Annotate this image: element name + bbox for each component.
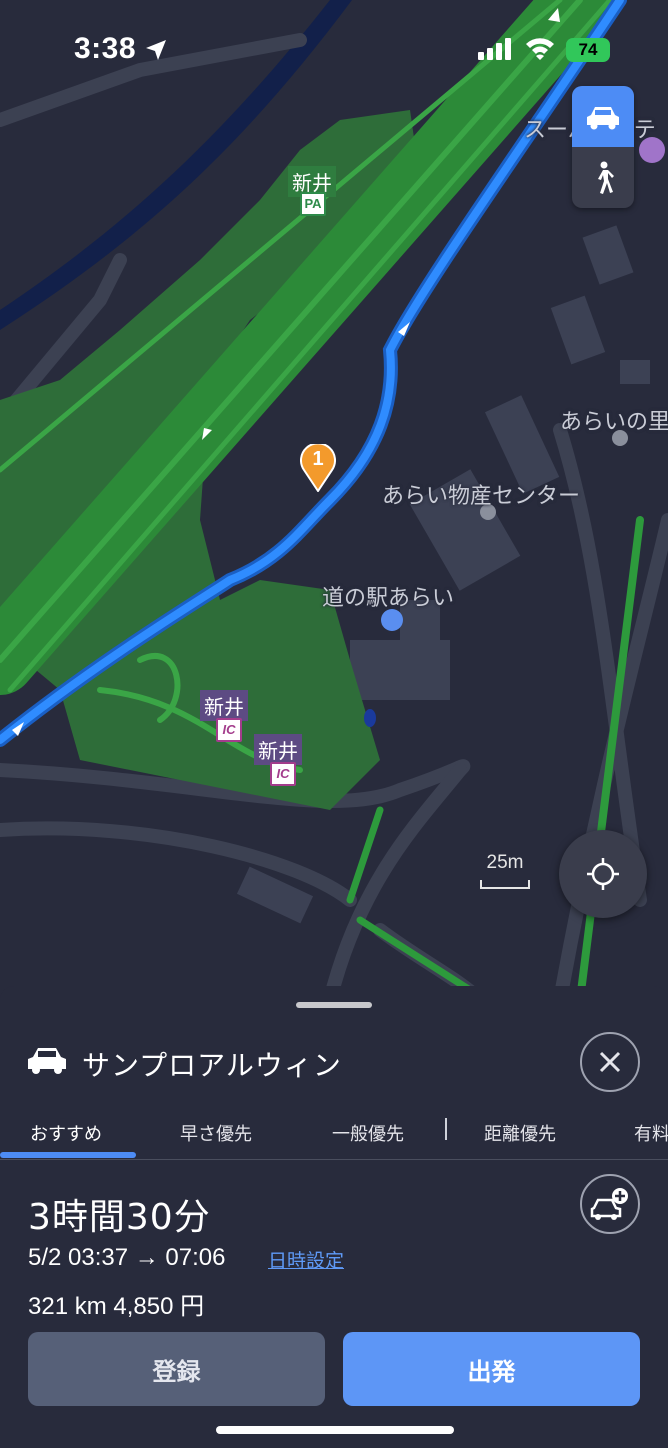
route-tabs: おすすめ 早さ優先 一般優先 距離優先 有料 bbox=[0, 1114, 668, 1160]
car-icon bbox=[587, 106, 619, 129]
wifi-icon bbox=[526, 38, 554, 60]
pa-badge[interactable]: PA bbox=[300, 192, 326, 216]
close-button[interactable] bbox=[580, 1032, 640, 1092]
route-sheet[interactable]: サンプロアルウィン おすすめ 早さ優先 一般優先 距離優先 有料 3時間30分 … bbox=[0, 986, 668, 1448]
active-tab-indicator bbox=[0, 1152, 136, 1158]
waypoint-number: 1 bbox=[312, 448, 324, 470]
add-car-button[interactable] bbox=[580, 1174, 640, 1234]
cellular-signal-icon bbox=[478, 38, 511, 60]
label-bussan-center: あらい物産センター bbox=[382, 484, 581, 509]
transport-mode-toggle[interactable] bbox=[572, 86, 634, 208]
map-scale: 25m bbox=[480, 852, 530, 889]
tab-shortest[interactable]: 距離優先 bbox=[484, 1120, 556, 1146]
tab-toll[interactable]: 有料 bbox=[634, 1120, 668, 1146]
close-icon bbox=[599, 1051, 621, 1073]
ic-badge[interactable]: IC bbox=[270, 762, 296, 786]
location-arrow-icon bbox=[146, 40, 166, 60]
route-duration: 3時間30分 bbox=[28, 1197, 211, 1238]
add-car-icon bbox=[590, 1188, 628, 1220]
scale-label: 25m bbox=[486, 852, 524, 873]
walk-mode-button[interactable] bbox=[572, 147, 634, 208]
pond-shape bbox=[364, 709, 376, 727]
tab-divider bbox=[445, 1118, 447, 1140]
home-indicator[interactable] bbox=[216, 1426, 454, 1434]
car-icon bbox=[28, 1048, 66, 1074]
sheet-grabber[interactable] bbox=[296, 1002, 372, 1008]
poi-dot-michinoeki[interactable] bbox=[381, 609, 403, 631]
ic-name-label: 新井 bbox=[254, 734, 302, 765]
status-bar: 3:38 74 bbox=[0, 0, 668, 100]
battery-charging-icon: 74 bbox=[566, 38, 610, 62]
distance-and-toll: 321 km 4,850 円 bbox=[28, 1293, 205, 1320]
tab-fastest[interactable]: 早さ優先 bbox=[180, 1120, 252, 1146]
label-arai-no-sato: あらいの里 bbox=[560, 410, 668, 435]
crosshair-icon bbox=[587, 858, 619, 890]
destination-name: サンプロアルウィン bbox=[82, 1049, 342, 1082]
walk-icon bbox=[598, 161, 614, 194]
car-mode-button[interactable] bbox=[572, 86, 634, 147]
waypoint-pin[interactable]: 1 bbox=[300, 442, 336, 496]
start-navigation-button[interactable]: 出発 bbox=[343, 1332, 640, 1406]
ic-name-label: 新井 bbox=[200, 690, 248, 721]
tab-general-road[interactable]: 一般優先 bbox=[332, 1120, 404, 1146]
tab-recommended[interactable]: おすすめ bbox=[30, 1120, 102, 1146]
ic-badge[interactable]: IC bbox=[216, 718, 242, 742]
save-button[interactable]: 登録 bbox=[28, 1332, 325, 1406]
current-location-button[interactable] bbox=[559, 830, 647, 918]
datetime-settings-link[interactable]: 日時設定 bbox=[268, 1246, 344, 1273]
departure-arrival-time: 5/2 03:37 → 07:06 bbox=[28, 1244, 226, 1271]
scale-bar bbox=[480, 880, 530, 889]
status-time: 3:38 bbox=[74, 32, 137, 65]
label-michinoeki: 道の駅あらい bbox=[322, 586, 455, 611]
